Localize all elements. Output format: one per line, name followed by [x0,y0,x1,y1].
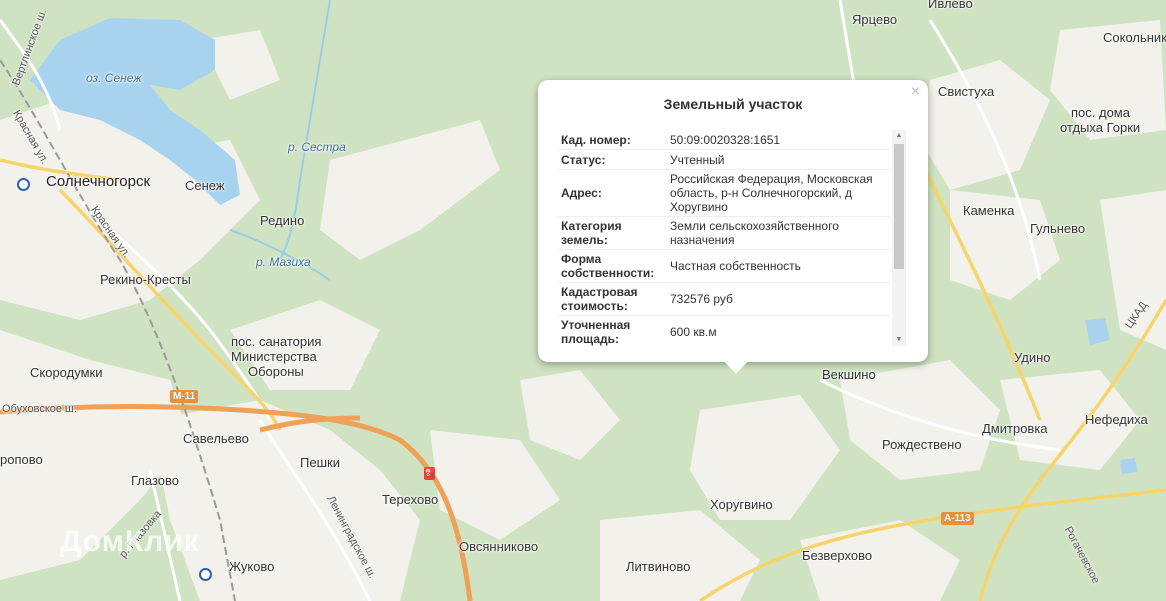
place-label: Редино [260,213,305,228]
place-label: Гульнево [1030,221,1086,236]
place-label: Жуково [229,559,275,574]
scrollbar-thumb[interactable] [894,144,904,269]
place-label: Ярцево [852,12,898,27]
place-label: Нефедиха [1085,412,1148,427]
table-row: Категория земель: Земли сельскохозяйстве… [558,216,890,250]
row-key: Уточненная площадь: [558,315,667,346]
city-label-solnechnogorsk: Солнечногорск [46,173,151,190]
table-row: Уточненная площадь: 600 кв.м [558,315,890,346]
plot-info-table: Кад. номер: 50:09:0020328:1651 Статус: У… [558,130,890,346]
place-label: Рождествено [882,437,962,452]
place-label: Обороны [248,364,304,379]
place-label: Каменка [963,203,1015,218]
river-label-mazikha: р. Мазиха [256,255,311,269]
row-key: Кад. номер: [558,130,667,150]
place-label: Министерства [231,349,317,364]
row-value: Российская Федерация, Московская область… [667,169,890,217]
station-icon [17,178,30,191]
place-label: Савельево [183,431,249,446]
station-icon [199,568,212,581]
table-row: Адрес: Российская Федерация, Московская … [558,169,890,217]
row-value: Учтенный [667,149,890,170]
place-label: Рекино-Кресты [100,272,191,287]
place-label: Сенеж [185,178,225,193]
watermark: ДомКлик [60,525,200,558]
row-key: Форма собственности: [558,249,667,283]
place-label: пос. санатория [231,334,322,349]
scroll-up-icon[interactable]: ▲ [892,130,906,142]
row-value: 50:09:0020328:1651 [667,130,890,150]
lake-label: оз. Сенеж [86,71,142,85]
river-label-sestra: р. Сестра [288,140,346,154]
row-value: 732576 руб [667,282,890,316]
place-label: Удино [1014,350,1051,365]
fuel-station-icon: ⛽ [424,467,436,480]
road-shield-m11: М-11 [170,390,199,403]
road-label: Обуховское ш. [2,403,77,415]
table-row: Кад. номер: 50:09:0020328:1651 [558,130,890,150]
place-label: Безверхово [802,548,873,563]
row-key: Кадастровая стоимость: [558,282,667,316]
place-label: ропово [0,452,43,467]
place-label: Хоругвино [710,497,773,512]
popup-content[interactable]: Кад. номер: 50:09:0020328:1651 Статус: У… [558,130,908,346]
place-label: Дмитровка [982,421,1048,436]
place-label: Овсянниково [459,539,539,554]
row-key: Статус: [558,149,667,170]
place-label: Ивлево [928,0,973,11]
place-label: Глазово [131,473,180,488]
row-value: Земли сельскохозяйственного назначения [667,216,890,250]
close-icon[interactable]: × [911,83,920,101]
row-key: Категория земель: [558,216,667,250]
place-label: Терехово [382,492,439,507]
popup-title: Земельный участок [663,96,803,112]
place-label: пос. дома [1071,105,1130,120]
place-label: отдыха Горки [1060,120,1141,135]
popup-scrollbar[interactable]: ▲ ▼ [892,130,906,346]
row-value: 600 кв.м [667,315,890,346]
place-label: Скородумки [30,365,103,380]
place-label: Векшино [822,367,876,382]
road-shield-a113: А-113 [941,512,974,525]
row-key: Адрес: [558,169,667,217]
place-label: Пешки [300,455,340,470]
land-plot-popup: Земельный участок × Кад. номер: 50:09:00… [538,80,928,374]
table-row: Форма собственности: Частная собственнос… [558,249,890,283]
place-label: Сокольники [1103,30,1166,45]
scroll-down-icon[interactable]: ▼ [892,334,906,346]
place-label: Литвиново [626,559,691,574]
place-label: Свистуха [938,84,995,99]
table-row: Статус: Учтенный [558,149,890,170]
row-value: Частная собственность [667,249,890,283]
table-row: Кадастровая стоимость: 732576 руб [558,282,890,316]
